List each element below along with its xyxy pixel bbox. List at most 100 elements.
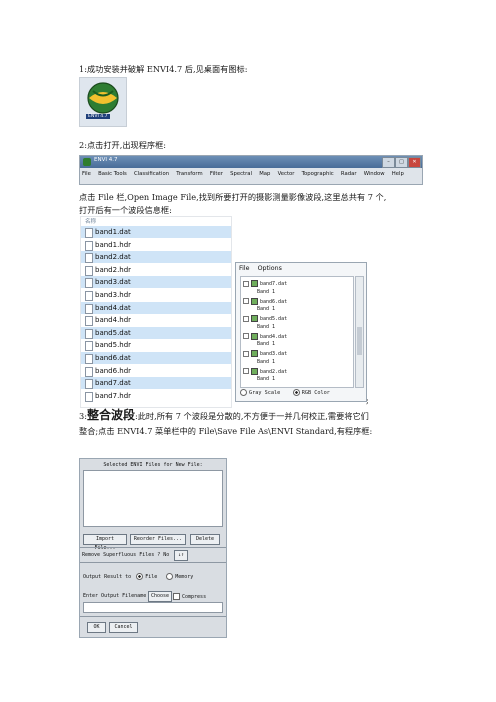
file-name: band1.hdr — [95, 240, 132, 249]
menu-transform[interactable]: Transform — [176, 171, 202, 177]
band-tree-band[interactable]: Band 1 — [257, 289, 275, 295]
gray-scale-radio[interactable] — [240, 389, 247, 396]
band-menu-file[interactable]: File — [239, 265, 250, 272]
band-tree-band[interactable]: Band 1 — [257, 376, 275, 382]
raster-file-icon — [251, 297, 258, 305]
compress-checkbox[interactable] — [173, 593, 180, 600]
file-row[interactable]: band5.dat — [81, 326, 231, 339]
menu-file[interactable]: File — [82, 171, 91, 177]
file-row[interactable]: band1.dat — [81, 226, 231, 238]
band-tree-file[interactable]: band4.dat — [243, 332, 288, 340]
toggle-arrows-button[interactable]: ↓↑ — [174, 550, 188, 561]
file-row[interactable]: band7.hdr — [81, 390, 231, 402]
menu-spectral[interactable]: Spectral — [230, 171, 252, 177]
raster-file-icon — [251, 280, 258, 287]
output-file-radio[interactable] — [136, 573, 144, 580]
envi-desktop-icon[interactable] — [79, 77, 127, 127]
file-list: 名称 band1.dat band1.hdr band2.dat band2.hdr b… — [80, 216, 232, 408]
rgb-color-label: RGB Color — [301, 390, 330, 396]
menu-vector[interactable]: Vector — [278, 171, 295, 177]
available-bands-list: File Options band7.dat Band 1 band6.dat Ban… — [235, 262, 367, 402]
file-row[interactable]: band5.hdr — [81, 339, 231, 352]
band-tree-file[interactable]: band6.dat — [243, 297, 287, 305]
file-row[interactable]: band4.dat — [81, 301, 231, 314]
output-memory-radio[interactable] — [166, 573, 174, 580]
band-tree-band[interactable]: Band 1 — [257, 341, 275, 347]
rgb-color-radio[interactable] — [292, 389, 300, 396]
file-row[interactable]: band2.hdr — [81, 264, 231, 276]
expand-toggle-icon[interactable] — [243, 368, 249, 374]
file-row[interactable]: band2.dat — [81, 251, 231, 264]
file-name: band2.dat — [95, 253, 131, 262]
output-result-label: Output Result to — [83, 574, 132, 580]
file-row[interactable]: band4.hdr — [81, 314, 231, 327]
expand-toggle-icon[interactable] — [243, 333, 249, 339]
output-filename-input[interactable] — [83, 602, 223, 613]
file-icon — [85, 354, 93, 364]
menu-window[interactable]: Window — [364, 171, 385, 177]
file-row[interactable]: band3.dat — [81, 276, 231, 289]
menu-help[interactable]: Help — [392, 171, 404, 177]
file-icon — [85, 291, 93, 301]
file-icon — [85, 278, 93, 289]
step2-text: 2:点击打开,出现程序框: — [79, 140, 167, 150]
band-file-label: band4.dat — [260, 333, 288, 340]
band-tree-band[interactable]: Band 1 — [257, 324, 275, 330]
step3-line1: 3:整合波段:此时,所有 7 个波段是分散的,不方便于一并几何校正,需要将它们 — [79, 409, 369, 423]
maximize-button[interactable]: □ — [395, 157, 408, 168]
band-tree-file[interactable]: band2.dat — [243, 367, 287, 375]
ok-button[interactable]: OK — [87, 622, 106, 633]
output-result-row: Output Result to File Memory — [83, 573, 193, 580]
selected-files-list[interactable] — [83, 470, 223, 527]
delete-button[interactable]: Delete — [190, 534, 220, 545]
menu-radar[interactable]: Radar — [341, 171, 357, 177]
output-filename-label: Enter Output Filename — [83, 593, 147, 599]
step3-line2: 整合;点击 ENVI4.7 菜单栏中的 File\Save File As\EN… — [79, 426, 373, 436]
menu-basic-tools[interactable]: Basic Tools — [98, 171, 127, 177]
band-menu-options[interactable]: Options — [258, 265, 282, 272]
file-row[interactable]: band6.dat — [81, 352, 231, 364]
menu-filter[interactable]: Filter — [210, 171, 223, 177]
import-file-button[interactable]: Import File... — [83, 534, 127, 551]
band-tree-band[interactable]: Band 1 — [257, 359, 275, 365]
file-name: band7.dat — [95, 379, 131, 388]
file-icon — [85, 240, 93, 251]
band-scrollbar[interactable] — [355, 276, 364, 388]
scroll-thumb[interactable] — [357, 327, 362, 355]
file-row[interactable]: band1.hdr — [81, 239, 231, 251]
file-name: band3.dat — [95, 278, 131, 287]
cancel-button[interactable]: Cancel — [109, 622, 138, 633]
color-mode-radios: Gray Scale RGB Color — [240, 389, 330, 396]
file-row[interactable]: band6.hdr — [81, 365, 231, 377]
menu-topographic[interactable]: Topographic — [302, 171, 334, 177]
expand-toggle-icon[interactable] — [243, 315, 249, 322]
band-tree-file[interactable]: band3.dat — [243, 350, 287, 357]
output-file-label: File — [145, 574, 158, 580]
close-button[interactable]: ✕ — [408, 157, 421, 168]
divider — [80, 547, 226, 548]
raster-file-icon — [251, 367, 258, 375]
band-tree-band[interactable]: Band 1 — [257, 306, 275, 312]
expand-toggle-icon[interactable] — [243, 298, 249, 304]
reorder-files-button[interactable]: Reorder Files... — [130, 534, 186, 545]
menu-classification[interactable]: Classification — [134, 171, 169, 177]
menu-map[interactable]: Map — [259, 171, 270, 177]
band-label: Band 1 — [257, 288, 276, 295]
step2-desc-line1: 点击 File 栏,Open Image File,找到所要打开的摄影测量影像波… — [79, 192, 387, 202]
file-row[interactable]: band7.dat — [81, 377, 231, 390]
file-row[interactable]: band3.hdr — [81, 289, 231, 301]
file-name: band5.dat — [95, 328, 131, 337]
band-file-label: band5.dat — [260, 316, 288, 322]
envi-app-icon — [83, 158, 91, 166]
minimize-button[interactable]: – — [382, 157, 395, 168]
band-tree-file[interactable]: band7.dat — [243, 280, 287, 287]
band-label: Band 1 — [257, 358, 276, 365]
expand-toggle-icon[interactable] — [243, 280, 249, 287]
envi-titlebar: ENVI 4.7 – □ ✕ — [80, 156, 422, 168]
desktop-icon-label: ENVI 4.7 — [86, 114, 110, 119]
choose-button[interactable]: Choose — [148, 591, 172, 602]
file-name: band5.hdr — [95, 341, 132, 350]
file-name: band2.hdr — [95, 265, 132, 274]
band-tree-file[interactable]: band5.dat — [243, 315, 287, 322]
expand-toggle-icon[interactable] — [243, 350, 249, 357]
